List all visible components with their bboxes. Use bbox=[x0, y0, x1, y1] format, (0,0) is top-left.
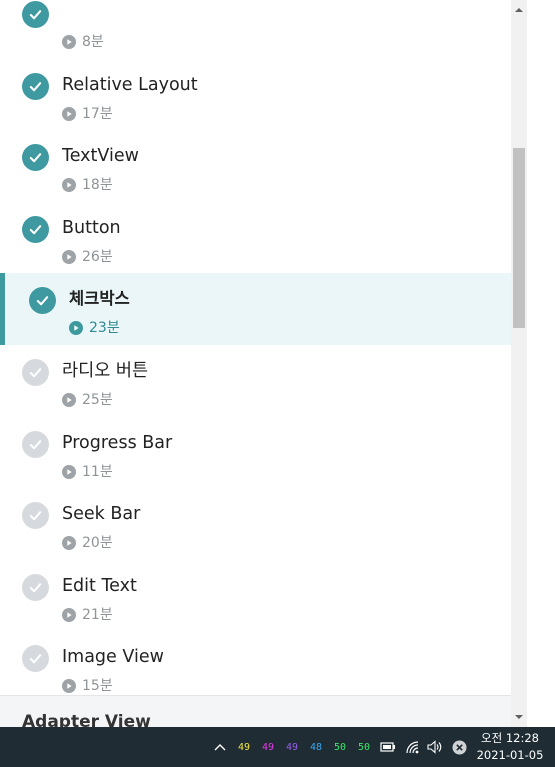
completed-check-icon bbox=[22, 144, 49, 172]
lesson-item[interactable]: 라디오 버튼 25분 bbox=[0, 345, 511, 417]
section-title: Adapter View bbox=[22, 712, 151, 727]
lesson-item[interactable]: Progress Bar 11분 bbox=[0, 417, 511, 489]
play-icon bbox=[62, 106, 76, 121]
lesson-list: 8분 Relative Layout 17분 TextView 18분 Butt… bbox=[0, 0, 511, 695]
lesson-item[interactable]: 8분 bbox=[0, 0, 511, 59]
wifi-icon[interactable] bbox=[403, 727, 423, 767]
duration-text: 11분 bbox=[82, 463, 113, 480]
battery-icon[interactable] bbox=[378, 727, 398, 767]
tray-indicator[interactable]: 48 bbox=[307, 727, 325, 767]
duration-text: 8분 bbox=[82, 34, 104, 50]
incomplete-check-icon bbox=[22, 358, 49, 386]
lesson-duration: 21분 bbox=[62, 606, 113, 624]
lesson-duration: 23분 bbox=[69, 319, 120, 337]
tray-indicator-value: 48 bbox=[309, 741, 323, 753]
lesson-title: 체크박스 bbox=[69, 289, 130, 309]
lesson-duration: 26분 bbox=[62, 248, 113, 266]
duration-text: 23분 bbox=[89, 320, 120, 337]
incomplete-check-icon bbox=[22, 502, 49, 530]
scroll-down-arrow-icon[interactable] bbox=[511, 709, 527, 725]
lesson-title: Button bbox=[62, 217, 121, 238]
lesson-list-pane: 8분 Relative Layout 17분 TextView 18분 Butt… bbox=[0, 0, 511, 695]
clock-time: 오전 12:28 bbox=[481, 731, 539, 745]
duration-text: 20분 bbox=[82, 535, 113, 552]
incomplete-check-icon bbox=[22, 645, 49, 673]
lesson-item-active[interactable]: 체크박스 23분 bbox=[0, 273, 511, 345]
lesson-duration: 18분 bbox=[62, 176, 113, 194]
windows-taskbar: 49 49 49 48 50 50 오전 12:28 2021-01-05 bbox=[0, 727, 555, 767]
play-icon bbox=[62, 464, 76, 479]
play-icon bbox=[62, 607, 76, 622]
lesson-duration: 15분 bbox=[62, 677, 113, 695]
tray-indicator[interactable]: 49 bbox=[259, 727, 277, 767]
scrollbar-thumb[interactable] bbox=[513, 148, 525, 328]
duration-text: 17분 bbox=[82, 105, 113, 122]
play-icon bbox=[62, 35, 76, 49]
scroll-up-arrow-icon[interactable] bbox=[511, 2, 527, 18]
play-icon bbox=[62, 249, 76, 264]
lesson-title: Progress Bar bbox=[62, 432, 173, 453]
tray-indicator-value: 49 bbox=[237, 741, 251, 753]
duration-text: 21분 bbox=[82, 606, 113, 623]
completed-check-icon bbox=[22, 72, 49, 100]
lesson-item[interactable]: Seek Bar 20분 bbox=[0, 488, 511, 560]
tray-indicator-value: 49 bbox=[261, 741, 275, 753]
play-icon bbox=[62, 392, 76, 407]
tray-indicator[interactable]: 50 bbox=[355, 727, 373, 767]
completed-check-icon bbox=[22, 1, 49, 28]
section-header-adapter-view[interactable]: Adapter View bbox=[0, 695, 511, 727]
close-circle-icon[interactable] bbox=[449, 727, 469, 767]
play-icon bbox=[69, 321, 83, 336]
lesson-title: Relative Layout bbox=[62, 74, 198, 95]
duration-text: 25분 bbox=[82, 391, 113, 408]
duration-text: 18분 bbox=[82, 177, 113, 194]
lesson-item[interactable]: TextView 18분 bbox=[0, 130, 511, 202]
lesson-duration: 8분 bbox=[62, 33, 104, 51]
vertical-scrollbar[interactable] bbox=[511, 0, 527, 727]
play-icon bbox=[62, 679, 76, 694]
lesson-duration: 11분 bbox=[62, 463, 113, 481]
lesson-item[interactable]: Edit Text 21분 bbox=[0, 560, 511, 632]
tray-indicator[interactable]: 50 bbox=[331, 727, 349, 767]
tray-indicator[interactable]: 49 bbox=[283, 727, 301, 767]
play-icon bbox=[62, 178, 76, 193]
tray-indicator-value: 50 bbox=[333, 741, 347, 753]
chevron-up-icon[interactable] bbox=[211, 727, 229, 767]
window-edge bbox=[527, 0, 555, 727]
volume-icon[interactable] bbox=[425, 727, 445, 767]
tray-indicator[interactable]: 49 bbox=[235, 727, 253, 767]
completed-check-icon bbox=[22, 215, 49, 243]
lesson-title: 라디오 버튼 bbox=[62, 360, 149, 381]
lesson-title: Image View bbox=[62, 647, 164, 668]
play-icon bbox=[62, 536, 76, 551]
tray-indicator-value: 50 bbox=[357, 741, 371, 753]
lesson-duration: 25분 bbox=[62, 391, 113, 409]
taskbar-clock[interactable]: 오전 12:28 2021-01-05 bbox=[474, 730, 546, 764]
clock-date: 2021-01-05 bbox=[476, 748, 544, 762]
lesson-item[interactable]: Relative Layout 17분 bbox=[0, 59, 511, 131]
tray-indicator-value: 49 bbox=[285, 741, 299, 753]
lesson-item[interactable]: Image View 15분 bbox=[0, 631, 511, 695]
lesson-title: TextView bbox=[62, 146, 139, 167]
incomplete-check-icon bbox=[22, 573, 49, 601]
duration-text: 26분 bbox=[82, 248, 113, 265]
lesson-title: Edit Text bbox=[62, 575, 137, 596]
completed-check-icon bbox=[29, 287, 56, 315]
lesson-duration: 17분 bbox=[62, 105, 113, 123]
lesson-duration: 20분 bbox=[62, 534, 113, 552]
incomplete-check-icon bbox=[22, 430, 49, 458]
duration-text: 15분 bbox=[82, 678, 113, 695]
lesson-item[interactable]: Button 26분 bbox=[0, 202, 511, 274]
lesson-title: Seek Bar bbox=[62, 504, 141, 525]
